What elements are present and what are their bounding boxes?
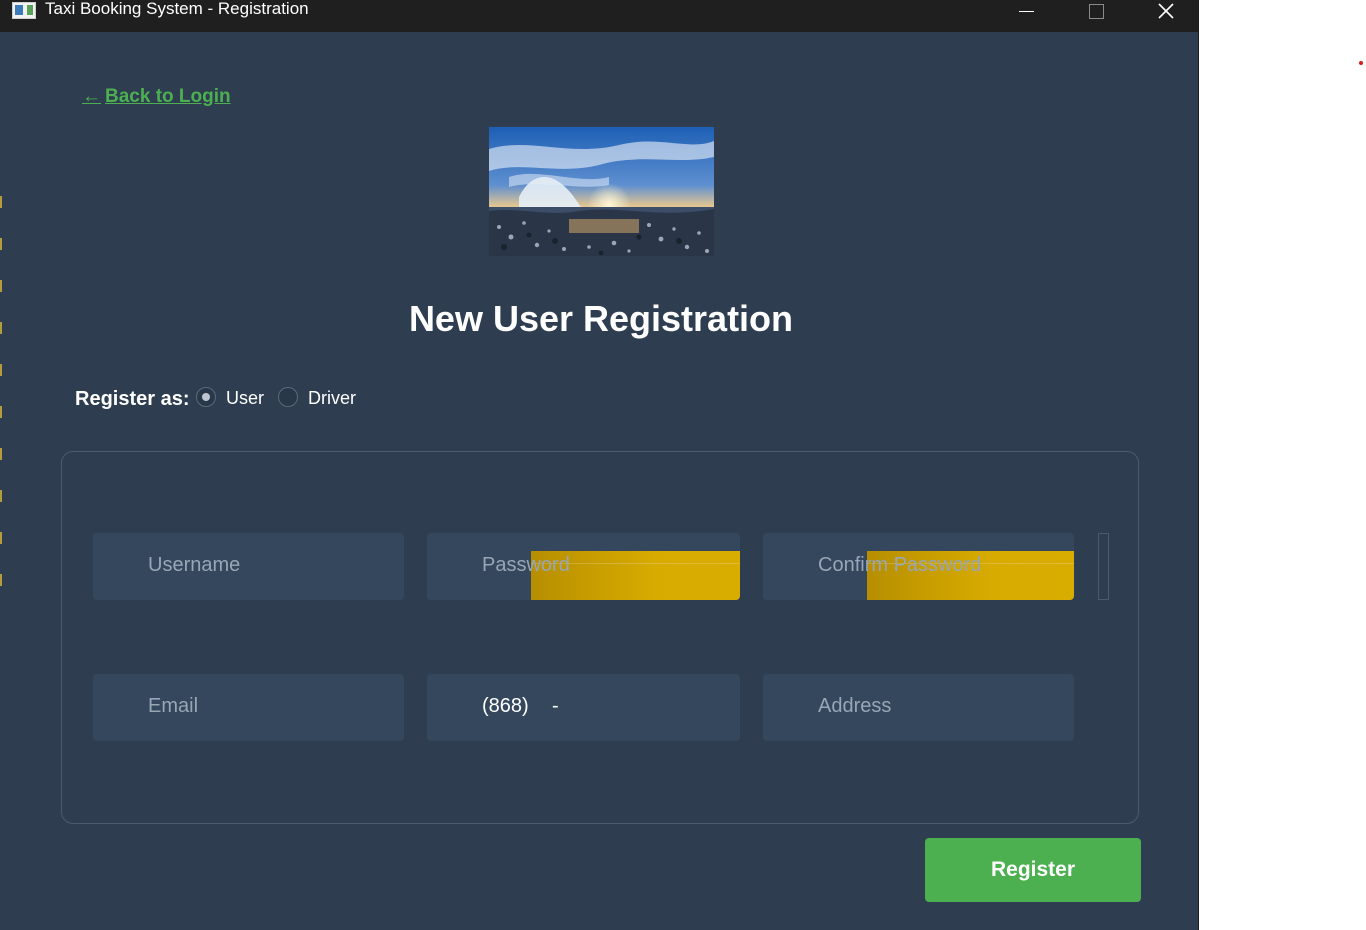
minimize-button[interactable] (1003, 0, 1049, 22)
header-image (489, 127, 714, 256)
register-as-label: Register as: (75, 388, 190, 410)
driver-radio[interactable] (278, 387, 298, 407)
minimize-icon (1018, 10, 1034, 12)
back-to-login-link[interactable]: ← Back to Login (82, 86, 231, 108)
back-to-login-label: Back to Login (105, 86, 231, 107)
maximize-button[interactable] (1073, 0, 1119, 22)
window-edge-marks (0, 196, 2, 596)
username-placeholder: Username (148, 554, 241, 576)
page-title: New User Registration (408, 298, 794, 339)
back-arrow-icon: ← (82, 86, 101, 107)
address-placeholder: Address (818, 695, 892, 717)
confirm-password-field[interactable]: Confirm Password (763, 533, 1074, 600)
username-field[interactable]: Username (93, 533, 404, 600)
close-button[interactable] (1143, 0, 1189, 22)
red-dot-marker (1359, 61, 1363, 65)
password-field[interactable]: Password (427, 533, 740, 600)
phone-area-code: (868) (482, 695, 529, 717)
password-placeholder: Password (482, 554, 570, 576)
scrollbar[interactable] (1098, 533, 1109, 600)
user-radio[interactable] (196, 387, 216, 407)
app-window-icon (12, 2, 36, 19)
registration-form-frame (61, 451, 1139, 824)
close-icon (1158, 3, 1174, 19)
address-field[interactable]: Address (763, 674, 1074, 741)
title-bar: Taxi Booking System - Registration (0, 0, 1198, 32)
phone-field[interactable]: (868) - (427, 674, 740, 741)
maximize-icon (1088, 3, 1104, 19)
registration-window: Taxi Booking System - Registration ← Back… (0, 0, 1199, 930)
confirm-password-placeholder: Confirm Password (818, 554, 982, 576)
user-radio-label[interactable]: User (226, 388, 264, 409)
phone-separator: - (552, 695, 559, 717)
register-button[interactable]: Register (925, 838, 1141, 902)
email-placeholder: Email (148, 695, 199, 717)
window-title: Taxi Booking System - Registration (45, 0, 309, 18)
driver-radio-label[interactable]: Driver (308, 388, 356, 409)
email-field[interactable]: Email (93, 674, 404, 741)
